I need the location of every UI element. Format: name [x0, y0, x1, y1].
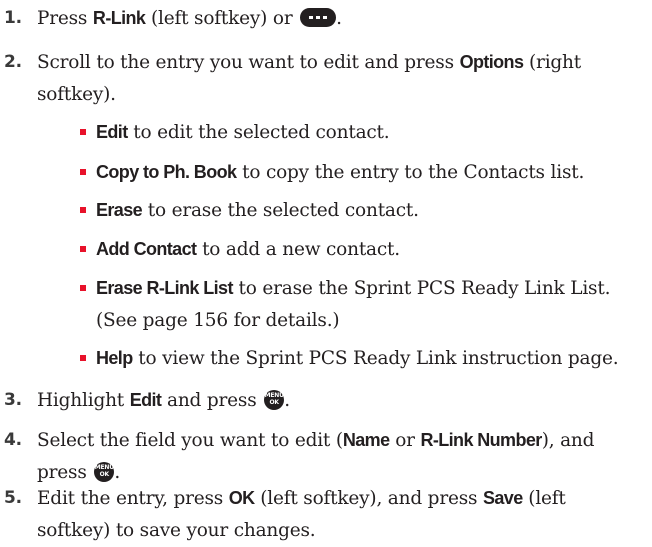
- instruction-page: 1. Press R-Link (left softkey) or . 2. S…: [0, 0, 652, 547]
- option-item-help: Help to view the Sprint PCS Ready Link i…: [80, 342, 640, 375]
- option-item-copy-to-ph-book: Copy to Ph. Book to copy the entry to th…: [80, 156, 640, 189]
- step-4: 4. Select the field you want to edit (Na…: [0, 424, 640, 489]
- option-item-add-contact: Add Contact to add a new contact.: [80, 233, 640, 266]
- bullet-marker: [80, 207, 86, 213]
- rlink-number-field-label: R-Link Number: [420, 430, 542, 450]
- three-dot-softkey-icon: [300, 8, 337, 27]
- step-1: 1. Press R-Link (left softkey) or .: [0, 2, 640, 35]
- menu-ok-key-icon: MENU OK: [94, 462, 115, 482]
- step-text: Select the field you want to edit (Name …: [37, 430, 595, 483]
- step-3: 3. Highlight Edit and press MENU OK.: [0, 384, 640, 417]
- option-item-erase: Erase to erase the selected contact.: [80, 194, 640, 227]
- ok-key-label: OK: [228, 488, 255, 508]
- menu-ok-key-icon: MENU OK: [264, 390, 285, 410]
- name-field-label: Name: [342, 430, 390, 450]
- step-text: Highlight Edit and press MENU OK.: [37, 390, 290, 411]
- step-number: 5.: [4, 488, 22, 508]
- bullet-marker: [80, 129, 86, 135]
- step-number: 4.: [4, 430, 22, 450]
- edit-option-label: Edit: [129, 390, 162, 410]
- bullet-marker: [80, 285, 86, 291]
- step-text: Edit the entry, press OK (left softkey),…: [37, 488, 566, 541]
- step-text: Scroll to the entry you want to edit and…: [37, 52, 582, 105]
- bullet-marker: [80, 169, 86, 175]
- options-key-label: Options: [459, 52, 524, 72]
- bullet-marker: [80, 355, 86, 361]
- option-item-erase-rlink-list: Erase R-Link List to erase the Sprint PC…: [80, 272, 640, 337]
- step-number: 3.: [4, 390, 22, 410]
- step-number: 2.: [4, 52, 22, 72]
- rlink-key-label: R-Link: [92, 8, 146, 28]
- save-key-label: Save: [482, 488, 523, 508]
- step-5: 5. Edit the entry, press OK (left softke…: [0, 482, 640, 547]
- bullet-marker: [80, 246, 86, 252]
- step-number: 1.: [4, 8, 22, 28]
- step-2: 2. Scroll to the entry you want to edit …: [0, 46, 640, 111]
- option-item-edit: Edit to edit the selected contact.: [80, 116, 640, 149]
- step-text: Press R-Link (left softkey) or .: [37, 8, 342, 29]
